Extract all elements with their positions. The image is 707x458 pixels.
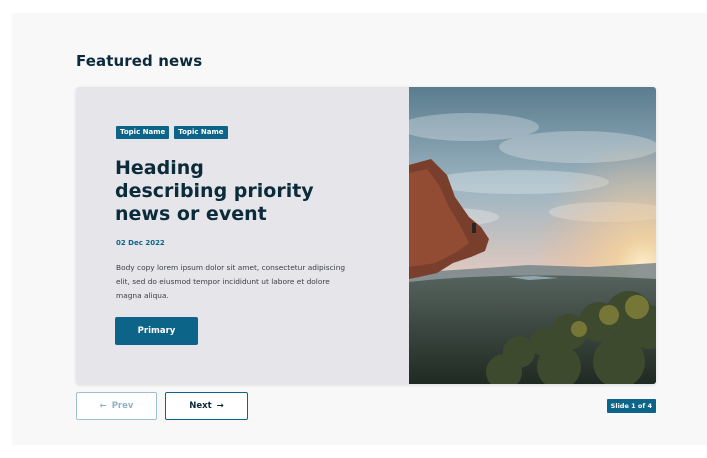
heading-line: Heading: [115, 157, 204, 179]
arrow-right-icon: →: [216, 401, 224, 411]
next-button[interactable]: Next →: [165, 392, 248, 420]
heading-line: news or event: [115, 203, 267, 225]
landscape-photo-icon: [409, 87, 656, 384]
slide-body-copy: Body copy lorem ipsum dolor sit amet, co…: [116, 261, 356, 303]
arrow-left-icon: ←: [99, 401, 107, 411]
slide-image: [409, 87, 656, 384]
slide-indicator: Slide 1 of 4: [606, 399, 656, 413]
body-line: magna aliqua.: [116, 291, 169, 300]
slide-date: 02 Dec 2022: [116, 239, 165, 247]
section-title: Featured news: [76, 52, 203, 70]
slide-heading: Heading describing priority news or even…: [115, 157, 365, 226]
topic-tag[interactable]: Topic Name: [116, 126, 170, 139]
topic-tags: Topic Name Topic Name: [116, 126, 228, 139]
heading-line: describing priority: [115, 180, 314, 202]
body-line: Body copy lorem ipsum dolor sit amet, co…: [116, 263, 346, 272]
prev-label: Prev: [111, 401, 134, 411]
slide-content: Topic Name Topic Name Heading describing…: [76, 87, 409, 384]
primary-button[interactable]: Primary: [115, 317, 198, 345]
prev-button[interactable]: ← Prev: [76, 392, 157, 420]
next-label: Next: [189, 401, 212, 411]
topic-tag[interactable]: Topic Name: [174, 126, 228, 139]
featured-news-slide: Topic Name Topic Name Heading describing…: [76, 87, 656, 384]
body-line: elit, sed do eiusmod tempor incididunt u…: [116, 277, 330, 286]
